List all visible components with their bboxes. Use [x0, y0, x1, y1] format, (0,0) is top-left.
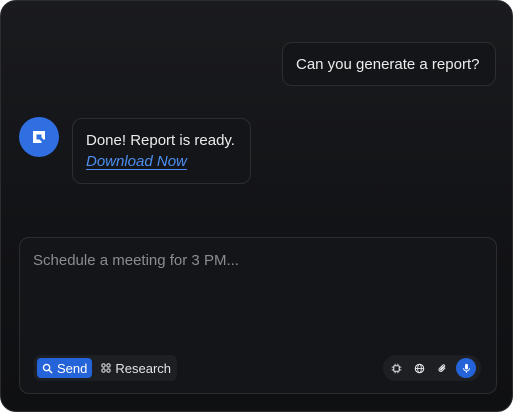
send-mode-label: Send: [57, 360, 88, 376]
assistant-logo-icon: [29, 127, 49, 147]
chip-icon: [391, 363, 402, 374]
assistant-message-text: Done! Report is ready.: [86, 132, 235, 149]
attach-button[interactable]: [432, 358, 452, 378]
chip-button[interactable]: [386, 358, 406, 378]
research-mode-label: Research: [115, 360, 172, 376]
mode-selector: Send Research: [34, 355, 177, 381]
paperclip-icon: [437, 363, 448, 374]
microphone-button[interactable]: [456, 358, 476, 378]
user-message-text: Can you generate a report?: [296, 55, 480, 73]
user-message-bubble: Can you generate a report?: [282, 42, 496, 86]
assistant-message-bubble: Done! Report is ready. Download Now: [72, 118, 251, 184]
chat-window: Can you generate a report? Done! Report …: [0, 0, 513, 412]
search-icon: [42, 363, 53, 374]
globe-icon: [414, 363, 425, 374]
research-icon: [101, 363, 112, 373]
composer-tools: [383, 355, 481, 381]
message-input[interactable]: [20, 238, 496, 338]
assistant-avatar: [19, 117, 59, 157]
microphone-icon: [461, 363, 472, 374]
send-mode-button[interactable]: Send: [37, 358, 93, 378]
globe-button[interactable]: [409, 358, 429, 378]
download-link[interactable]: Download Now: [86, 153, 187, 170]
message-composer: Send Research: [19, 237, 497, 394]
research-mode-button[interactable]: Research: [96, 358, 176, 378]
